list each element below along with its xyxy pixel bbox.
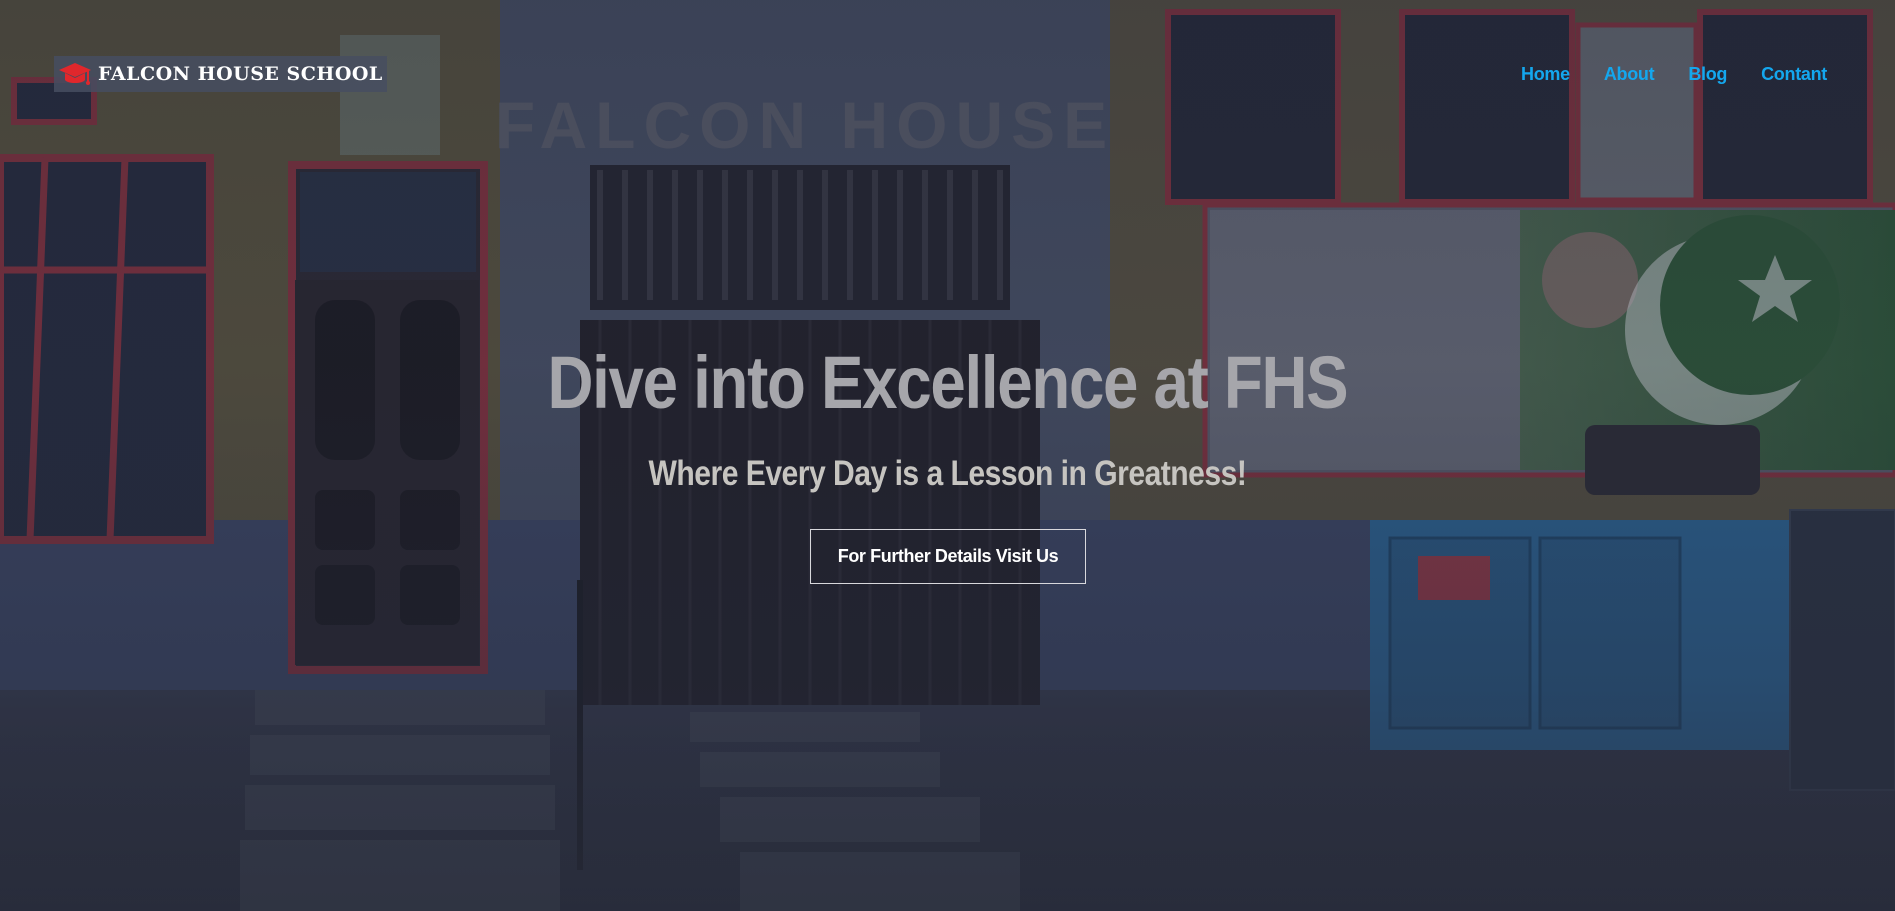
nav-link-contant[interactable]: Contant	[1761, 64, 1827, 85]
hero-headline: Dive into Excellence at FHS	[547, 341, 1348, 424]
nav-link-about[interactable]: About	[1604, 64, 1655, 85]
main-nav: Home About Blog Contant	[1521, 64, 1827, 85]
nav-link-blog[interactable]: Blog	[1688, 64, 1727, 85]
brand-logo[interactable]: FALCON HOUSE SCHOOL	[54, 56, 387, 92]
hero-subheadline: Where Every Day is a Lesson in Greatness…	[648, 454, 1247, 493]
brand-name: FALCON HOUSE SCHOOL	[98, 63, 383, 85]
hero-section: FALCON HOUSE SCHOOL Home About Blog Cont…	[0, 0, 1895, 911]
nav-link-home[interactable]: Home	[1521, 64, 1570, 85]
visit-us-button[interactable]: For Further Details Visit Us	[810, 529, 1086, 584]
graduation-cap-icon	[58, 59, 92, 89]
